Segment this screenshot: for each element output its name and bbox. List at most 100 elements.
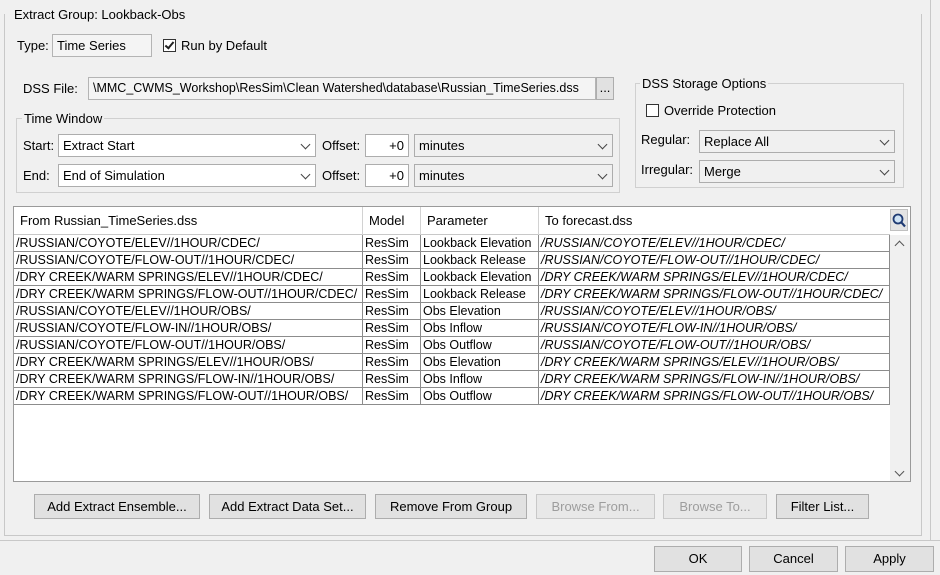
cell-parameter[interactable]: Obs Inflow [421, 371, 539, 388]
magnifier-icon [892, 213, 906, 228]
end-offset-field[interactable]: +0 [365, 164, 409, 187]
irregular-select[interactable]: Merge [699, 160, 895, 183]
cell-parameter[interactable]: Obs Elevation [421, 303, 539, 320]
table-row[interactable]: /DRY CREEK/WARM SPRINGS/ELEV//1HOUR/OBS/… [14, 354, 891, 371]
cell-model[interactable]: ResSim [363, 252, 421, 269]
start-select[interactable]: Extract Start [58, 134, 316, 157]
cell-from[interactable]: /RUSSIAN/COYOTE/ELEV//1HOUR/CDEC/ [14, 235, 363, 252]
cell-to[interactable]: /DRY CREEK/WARM SPRINGS/FLOW-OUT//1HOUR/… [539, 286, 890, 303]
chevron-down-icon [879, 135, 890, 146]
chevron-down-icon [597, 169, 608, 180]
table-row[interactable]: /RUSSIAN/COYOTE/ELEV//1HOUR/CDEC/ResSim L… [14, 235, 891, 252]
column-header-model[interactable]: Model [363, 207, 421, 235]
column-header-from[interactable]: From Russian_TimeSeries.dss [14, 207, 363, 235]
cell-parameter[interactable]: Obs Elevation [421, 354, 539, 371]
cell-parameter[interactable]: Lookback Elevation [421, 235, 539, 252]
column-header-parameter[interactable]: Parameter [421, 207, 539, 235]
cell-to[interactable]: /DRY CREEK/WARM SPRINGS/ELEV//1HOUR/CDEC… [539, 269, 890, 286]
cell-model[interactable]: ResSim [363, 388, 421, 405]
table-row[interactable]: /RUSSIAN/COYOTE/ELEV//1HOUR/OBS/ResSim Ob… [14, 303, 891, 320]
add-extract-dataset-button[interactable]: Add Extract Data Set... [209, 494, 366, 519]
cancel-button[interactable]: Cancel [749, 546, 838, 572]
search-icon[interactable] [890, 209, 908, 231]
start-label: Start: [23, 138, 55, 153]
table-row[interactable]: /RUSSIAN/COYOTE/FLOW-OUT//1HOUR/OBS/ResS… [14, 337, 891, 354]
vertical-scrollbar[interactable] [890, 235, 910, 481]
start-offset-label: Offset: [322, 138, 361, 153]
cell-to[interactable]: /RUSSIAN/COYOTE/FLOW-IN//1HOUR/OBS/ [539, 320, 890, 337]
type-label: Type: [17, 38, 49, 53]
start-unit-value: minutes [419, 138, 465, 153]
dss-browse-button[interactable]: ... [596, 77, 614, 100]
remove-from-group-button[interactable]: Remove From Group [375, 494, 527, 519]
cell-from[interactable]: /RUSSIAN/COYOTE/ELEV//1HOUR/OBS/ [14, 303, 363, 320]
cell-to[interactable]: /RUSSIAN/COYOTE/FLOW-OUT//1HOUR/CDEC/ [539, 252, 890, 269]
cell-from[interactable]: /DRY CREEK/WARM SPRINGS/ELEV//1HOUR/OBS/ [14, 354, 363, 371]
cell-model[interactable]: ResSim [363, 371, 421, 388]
cell-model[interactable]: ResSim [363, 269, 421, 286]
cell-parameter[interactable]: Obs Inflow [421, 320, 539, 337]
table-row[interactable]: /RUSSIAN/COYOTE/FLOW-IN//1HOUR/OBS/ResSi… [14, 320, 891, 337]
cell-from[interactable]: /DRY CREEK/WARM SPRINGS/FLOW-OUT//1HOUR/… [14, 286, 363, 303]
divider [930, 0, 931, 540]
cell-model[interactable]: ResSim [363, 303, 421, 320]
run-by-default-checkbox[interactable] [163, 39, 176, 52]
cell-from[interactable]: /RUSSIAN/COYOTE/FLOW-OUT//1HOUR/CDEC/ [14, 252, 363, 269]
cell-model[interactable]: ResSim [363, 286, 421, 303]
cell-to[interactable]: /RUSSIAN/COYOTE/ELEV//1HOUR/CDEC/ [539, 235, 890, 252]
cell-from[interactable]: /RUSSIAN/COYOTE/FLOW-IN//1HOUR/OBS/ [14, 320, 363, 337]
dss-file-field[interactable]: \MMC_CWMS_Workshop\ResSim\Clean Watershe… [88, 77, 596, 100]
filter-list-button[interactable]: Filter List... [776, 494, 869, 519]
separator [0, 540, 940, 541]
cell-parameter[interactable]: Obs Outflow [421, 388, 539, 405]
table-row[interactable]: /DRY CREEK/WARM SPRINGS/FLOW-OUT//1HOUR/… [14, 286, 891, 303]
cell-parameter[interactable]: Lookback Release [421, 252, 539, 269]
end-unit-select[interactable]: minutes [414, 164, 613, 187]
cell-model[interactable]: ResSim [363, 354, 421, 371]
cell-to[interactable]: /DRY CREEK/WARM SPRINGS/FLOW-IN//1HOUR/O… [539, 371, 890, 388]
table-row[interactable]: /RUSSIAN/COYOTE/FLOW-OUT//1HOUR/CDEC/Res… [14, 252, 891, 269]
end-select[interactable]: End of Simulation [58, 164, 316, 187]
table-row[interactable]: /DRY CREEK/WARM SPRINGS/ELEV//1HOUR/CDEC… [14, 269, 891, 286]
storage-options-title: DSS Storage Options [640, 76, 769, 91]
irregular-label: Irregular: [641, 162, 694, 177]
override-protection-checkbox[interactable] [646, 104, 659, 117]
cell-parameter[interactable]: Lookback Release [421, 286, 539, 303]
regular-label: Regular: [641, 132, 691, 147]
cell-to[interactable]: /DRY CREEK/WARM SPRINGS/FLOW-OUT//1HOUR/… [539, 388, 890, 405]
browse-from-button[interactable]: Browse From... [536, 494, 655, 519]
scroll-up-icon[interactable] [894, 240, 905, 251]
cell-model[interactable]: ResSim [363, 320, 421, 337]
cell-parameter[interactable]: Lookback Elevation [421, 269, 539, 286]
cell-to[interactable]: /RUSSIAN/COYOTE/ELEV//1HOUR/OBS/ [539, 303, 890, 320]
add-extract-ensemble-button[interactable]: Add Extract Ensemble... [34, 494, 200, 519]
ok-button[interactable]: OK [654, 546, 742, 572]
column-header-to[interactable]: To forecast.dss [539, 207, 890, 235]
regular-select[interactable]: Replace All [699, 130, 895, 153]
cell-from[interactable]: /DRY CREEK/WARM SPRINGS/ELEV//1HOUR/CDEC… [14, 269, 363, 286]
end-unit-value: minutes [419, 168, 465, 183]
regular-value: Replace All [704, 134, 770, 149]
cell-model[interactable]: ResSim [363, 337, 421, 354]
table-header: From Russian_TimeSeries.dss Model Parame… [14, 207, 890, 235]
chevron-down-icon [300, 139, 311, 150]
cell-to[interactable]: /DRY CREEK/WARM SPRINGS/ELEV//1HOUR/OBS/ [539, 354, 890, 371]
apply-button[interactable]: Apply [845, 546, 934, 572]
cell-to[interactable]: /RUSSIAN/COYOTE/FLOW-OUT//1HOUR/OBS/ [539, 337, 890, 354]
cell-parameter[interactable]: Obs Outflow [421, 337, 539, 354]
table-body: /RUSSIAN/COYOTE/ELEV//1HOUR/CDEC/ResSim L… [14, 235, 891, 405]
run-by-default-label: Run by Default [181, 38, 267, 53]
cell-model[interactable]: ResSim [363, 235, 421, 252]
end-value: End of Simulation [63, 168, 165, 183]
scroll-down-icon[interactable] [894, 466, 905, 477]
start-offset-field[interactable]: +0 [365, 134, 409, 157]
table-row[interactable]: /DRY CREEK/WARM SPRINGS/FLOW-IN//1HOUR/O… [14, 371, 891, 388]
table-row[interactable]: /DRY CREEK/WARM SPRINGS/FLOW-OUT//1HOUR/… [14, 388, 891, 405]
cell-from[interactable]: /RUSSIAN/COYOTE/FLOW-OUT//1HOUR/OBS/ [14, 337, 363, 354]
cell-from[interactable]: /DRY CREEK/WARM SPRINGS/FLOW-OUT//1HOUR/… [14, 388, 363, 405]
end-label: End: [23, 168, 50, 183]
cell-from[interactable]: /DRY CREEK/WARM SPRINGS/FLOW-IN//1HOUR/O… [14, 371, 363, 388]
extract-table[interactable]: From Russian_TimeSeries.dss Model Parame… [13, 206, 911, 482]
start-unit-select[interactable]: minutes [414, 134, 613, 157]
browse-to-button[interactable]: Browse To... [663, 494, 767, 519]
